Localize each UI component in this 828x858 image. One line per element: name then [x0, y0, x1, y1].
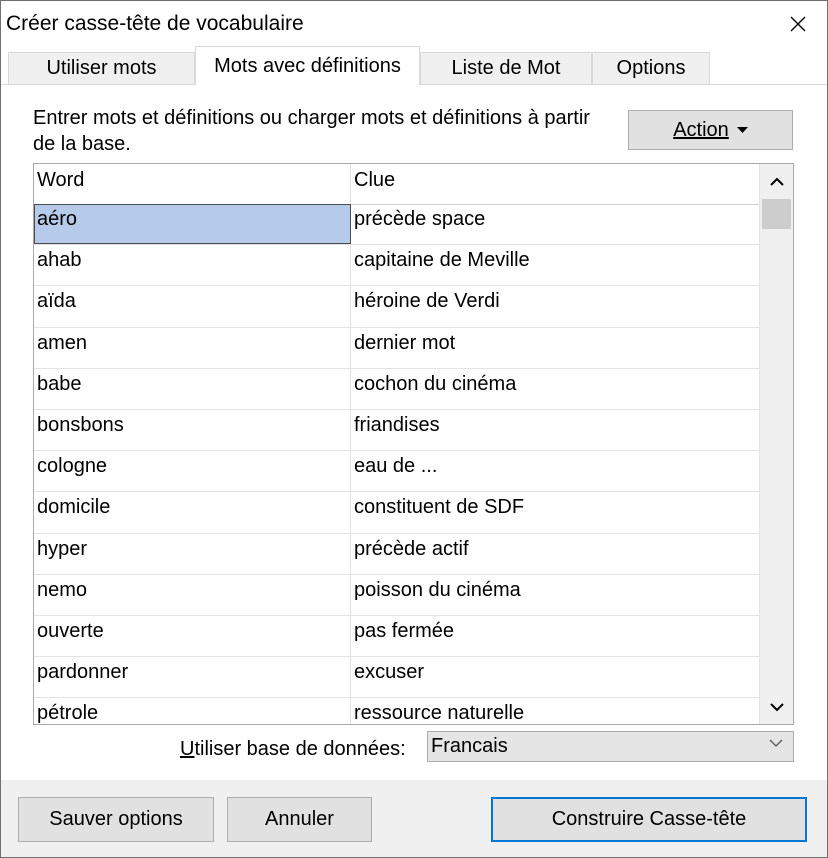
clue-cell[interactable]: cochon du cinéma [351, 369, 760, 409]
word-cell[interactable]: bonsbons [34, 409, 351, 451]
tab-mots-avec-definitions[interactable]: Mots avec définitions [195, 46, 420, 85]
clue-cell[interactable]: ressource naturelle [351, 698, 760, 724]
clue-cell[interactable]: excuser [351, 657, 760, 697]
word-cell[interactable]: amen [34, 327, 351, 368]
tab-label: Utiliser mots [46, 57, 157, 79]
word-cell[interactable]: aïda [34, 286, 351, 327]
word-cell[interactable]: pardonner [34, 657, 351, 698]
grid-rows: aéro précède space ahab capitaine de Mevill… [34, 204, 760, 724]
build-puzzle-button[interactable]: Construire Casse-tête [491, 797, 807, 842]
chevron-down-icon [769, 739, 783, 747]
tab-panel: Entrer mots et définitions ou charger mo… [1, 84, 827, 780]
tab-utiliser-mots[interactable]: Utiliser mots [8, 52, 195, 84]
database-label: Utiliser base de données: [180, 738, 406, 761]
clue-cell[interactable]: héroine de Verdi [351, 286, 760, 326]
clue-cell[interactable]: précède space [351, 204, 760, 244]
save-options-button[interactable]: Sauver options [18, 797, 214, 842]
tab-liste-de-mot[interactable]: Liste de Mot [420, 52, 592, 84]
word-cell[interactable]: aéro [34, 204, 351, 245]
window-title: Créer casse-tête de vocabulaire [6, 12, 304, 35]
tab-strip: Utiliser mots Mots avec définitions List… [1, 46, 827, 85]
table-row[interactable]: cologne eau de ... [34, 451, 760, 493]
cancel-button[interactable]: Annuler [227, 797, 372, 842]
tab-label: Options [616, 57, 686, 79]
table-row[interactable]: pardonner excuser [34, 657, 760, 699]
word-cell[interactable]: ahab [34, 245, 351, 286]
database-select[interactable]: Francais [427, 731, 794, 762]
word-clue-grid[interactable]: Word Clue aéro précède space ahab capitaine… [33, 163, 794, 725]
table-row[interactable]: amen dernier mot [34, 327, 760, 369]
close-button[interactable] [769, 1, 827, 46]
grid-header: Word Clue [34, 164, 760, 205]
scroll-up-button[interactable] [760, 164, 793, 198]
word-cell[interactable]: babe [34, 368, 351, 409]
tab-options[interactable]: Options [592, 52, 710, 84]
chevron-down-icon [769, 702, 784, 711]
word-cell[interactable]: hyper [34, 533, 351, 574]
database-label-accesskey: U [180, 738, 195, 760]
clue-cell[interactable]: poisson du cinéma [351, 575, 760, 615]
word-cell[interactable]: cologne [34, 451, 351, 492]
clue-cell[interactable]: constituent de SDF [351, 492, 760, 532]
tab-label: Liste de Mot [451, 57, 561, 79]
instructions-text: Entrer mots et définitions ou charger mo… [33, 107, 590, 155]
word-cell[interactable]: domicile [34, 492, 351, 533]
clue-cell[interactable]: précède actif [351, 534, 760, 574]
database-label-text: tiliser base de données: [194, 738, 406, 760]
table-row[interactable]: hyper précède actif [34, 533, 760, 575]
word-cell[interactable]: nemo [34, 574, 351, 615]
vertical-scrollbar[interactable] [759, 164, 793, 724]
dialog-window: Créer casse-tête de vocabulaire Utiliser… [0, 0, 828, 858]
clue-cell[interactable]: friandises [351, 410, 760, 450]
table-row[interactable]: pétrole ressource naturelle [34, 698, 760, 724]
word-cell[interactable]: pétrole [34, 698, 351, 724]
build-puzzle-label: Construire Casse-tête [551, 808, 747, 830]
action-button[interactable]: Action [628, 110, 793, 150]
clue-cell[interactable]: capitaine de Meville [351, 245, 760, 285]
title-bar: Créer casse-tête de vocabulaire [1, 1, 827, 46]
scroll-thumb[interactable] [762, 199, 791, 229]
table-row[interactable]: aéro précède space [34, 204, 760, 246]
table-row[interactable]: nemo poisson du cinéma [34, 574, 760, 616]
chevron-up-icon [769, 177, 784, 186]
clue-cell[interactable]: pas fermée [351, 616, 760, 656]
scroll-down-button[interactable] [760, 690, 793, 724]
cancel-label: Annuler [265, 808, 334, 830]
clue-cell[interactable]: dernier mot [351, 328, 760, 368]
table-row[interactable]: ahab capitaine de Meville [34, 245, 760, 287]
caret-down-icon [736, 126, 748, 133]
word-cell[interactable]: ouverte [34, 615, 351, 657]
table-row[interactable]: babe cochon du cinéma [34, 368, 760, 410]
tab-label: Mots avec définitions [214, 54, 401, 77]
table-row[interactable]: bonsbons friandises [34, 409, 760, 452]
column-header-clue[interactable]: Clue [351, 164, 760, 204]
column-header-word[interactable]: Word [34, 164, 351, 204]
close-icon [790, 16, 806, 31]
database-selected-value: Francais [431, 735, 508, 757]
save-options-label: Sauver options [49, 808, 183, 830]
table-row[interactable]: domicile constituent de SDF [34, 492, 760, 534]
table-row[interactable]: aïda héroine de Verdi [34, 286, 760, 328]
table-row[interactable]: ouverte pas fermée [34, 615, 760, 658]
action-button-label: Action [673, 118, 729, 141]
clue-cell[interactable]: eau de ... [351, 451, 760, 491]
